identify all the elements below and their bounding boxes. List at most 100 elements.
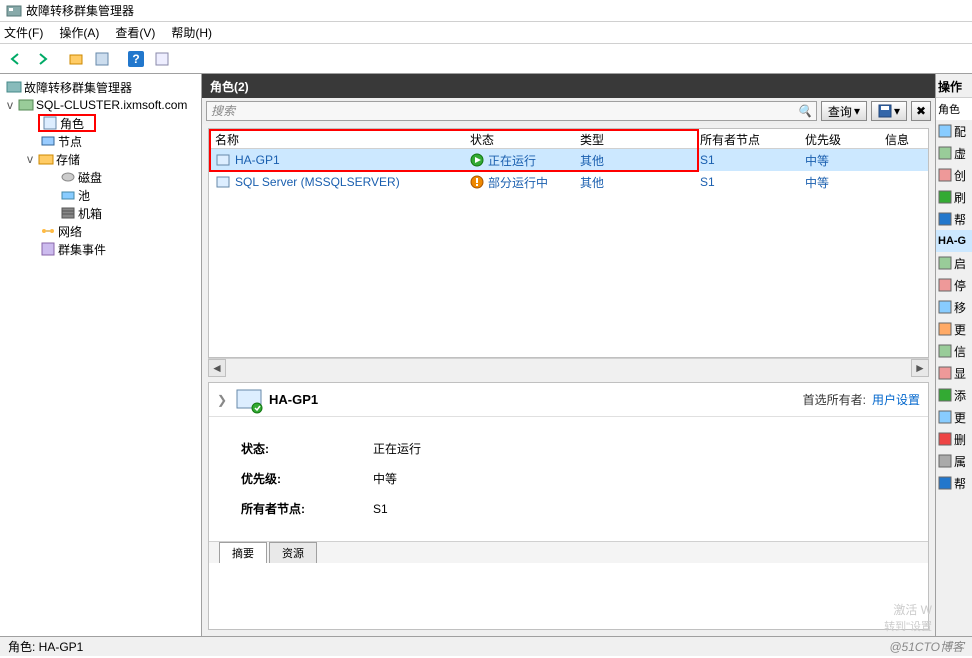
action-icon bbox=[938, 278, 952, 292]
tree-pools[interactable]: 池 bbox=[4, 186, 201, 204]
action-item[interactable]: 帮 bbox=[936, 208, 972, 230]
cluster-manager-icon bbox=[6, 79, 22, 95]
action-icon bbox=[938, 146, 952, 160]
search-input[interactable]: 搜索 🔍 bbox=[206, 101, 817, 121]
tree-storage[interactable]: v 存储 bbox=[4, 150, 201, 168]
blog-watermark: @51CTO博客 bbox=[889, 638, 964, 655]
roles-list: 名称 状态 类型 所有者节点 优先级 信息 HA-GP1正在运行其他S1中等SQ… bbox=[208, 128, 929, 358]
action-icon bbox=[938, 388, 952, 402]
query-button[interactable]: 查询▾ bbox=[821, 101, 867, 121]
expander-icon[interactable]: v bbox=[24, 152, 36, 166]
col-priority[interactable]: 优先级 bbox=[799, 129, 879, 148]
status-value: 正在运行 bbox=[373, 435, 421, 463]
pool-icon bbox=[60, 187, 76, 203]
role-icon bbox=[215, 174, 231, 190]
priority-label: 优先级: bbox=[241, 465, 371, 493]
action-item[interactable]: 虚 bbox=[936, 142, 972, 164]
expander-icon[interactable]: v bbox=[4, 98, 16, 112]
window-title: 故障转移群集管理器 bbox=[26, 2, 134, 19]
details-title: HA-GP1 bbox=[269, 392, 318, 407]
action-item[interactable]: 显 bbox=[936, 362, 972, 384]
tab-resources[interactable]: 资源 bbox=[269, 542, 317, 563]
search-row: 搜索 🔍 查询▾ ▾ ✖ bbox=[202, 98, 935, 124]
col-name[interactable]: 名称 bbox=[209, 129, 464, 148]
role-icon bbox=[215, 152, 231, 168]
action-item[interactable]: 信 bbox=[936, 340, 972, 362]
chevron-down-icon: ▾ bbox=[894, 104, 900, 118]
action-item[interactable]: 删 bbox=[936, 428, 972, 450]
menu-help[interactable]: 帮助(H) bbox=[171, 24, 212, 41]
action-icon bbox=[938, 168, 952, 182]
search-icon: 🔍 bbox=[797, 104, 812, 118]
action-item[interactable]: 创 bbox=[936, 164, 972, 186]
action-item[interactable]: 添 bbox=[936, 384, 972, 406]
events-icon bbox=[40, 241, 56, 257]
nav-back-button[interactable] bbox=[4, 47, 28, 71]
action-icon bbox=[938, 476, 952, 490]
menu-bar: 文件(F) 操作(A) 查看(V) 帮助(H) bbox=[0, 22, 972, 44]
network-icon bbox=[40, 223, 56, 239]
action-icon bbox=[938, 344, 952, 358]
tab-summary[interactable]: 摘要 bbox=[219, 542, 267, 563]
center-pane: 角色(2) 搜索 🔍 查询▾ ▾ ✖ 名称 状态 类型 所有者节点 优先级 信息… bbox=[202, 74, 936, 636]
toolbar-help-button[interactable]: ? bbox=[124, 47, 148, 71]
actions-group-roles: 角色 bbox=[936, 98, 972, 120]
col-owner[interactable]: 所有者节点 bbox=[694, 129, 799, 148]
table-row[interactable]: SQL Server (MSSQLSERVER)部分运行中其他S1中等 bbox=[209, 171, 928, 193]
col-type[interactable]: 类型 bbox=[574, 129, 694, 148]
menu-file[interactable]: 文件(F) bbox=[4, 24, 43, 41]
menu-action[interactable]: 操作(A) bbox=[59, 24, 99, 41]
h-scrollbar[interactable]: ◄ ► bbox=[208, 358, 929, 376]
tree-chassis[interactable]: 机箱 bbox=[4, 204, 201, 222]
tree-events[interactable]: 群集事件 bbox=[4, 240, 201, 258]
action-item[interactable]: 启 bbox=[936, 252, 972, 274]
toolbar-btn-2[interactable] bbox=[90, 47, 114, 71]
action-item[interactable]: 属 bbox=[936, 450, 972, 472]
status-icon bbox=[470, 153, 484, 167]
details-body: 状态:正在运行 优先级:中等 所有者节点:S1 bbox=[209, 417, 928, 541]
action-item[interactable]: 更 bbox=[936, 406, 972, 428]
tree-networks[interactable]: 网络 bbox=[4, 222, 201, 240]
tree-nodes[interactable]: 节点 bbox=[4, 132, 201, 150]
disk-icon bbox=[60, 169, 76, 185]
scroll-right-icon[interactable]: ► bbox=[911, 359, 929, 377]
app-icon bbox=[6, 3, 22, 19]
nav-forward-button[interactable] bbox=[30, 47, 54, 71]
action-item[interactable]: 帮 bbox=[936, 472, 972, 494]
details-pane: ❯ HA-GP1 首选所有者: 用户设置 状态:正在运行 优先级:中等 所有者节… bbox=[208, 382, 929, 630]
role-large-icon bbox=[235, 386, 263, 414]
action-icon bbox=[938, 212, 952, 226]
roles-icon bbox=[42, 115, 58, 131]
clear-button[interactable]: ✖ bbox=[911, 101, 931, 121]
chassis-icon bbox=[60, 205, 76, 221]
col-status[interactable]: 状态 bbox=[464, 129, 574, 148]
save-icon bbox=[878, 104, 892, 118]
action-icon bbox=[938, 322, 952, 336]
status-text: 角色: HA-GP1 bbox=[8, 638, 83, 655]
nodes-icon bbox=[40, 133, 56, 149]
action-item[interactable]: 配 bbox=[936, 120, 972, 142]
owner-label: 所有者节点: bbox=[241, 495, 371, 523]
actions-selected-header: HA-G bbox=[936, 230, 972, 252]
pref-owner-link[interactable]: 用户设置 bbox=[872, 391, 920, 408]
toolbar-btn-1[interactable] bbox=[64, 47, 88, 71]
action-item[interactable]: 移 bbox=[936, 296, 972, 318]
tree-roles[interactable]: 角色 bbox=[38, 114, 96, 132]
details-tabs: 摘要 资源 bbox=[209, 541, 928, 563]
toolbar-btn-3[interactable] bbox=[150, 47, 174, 71]
main-area: 故障转移群集管理器 v SQL-CLUSTER.ixmsoft.com 角色 节… bbox=[0, 74, 972, 636]
table-row[interactable]: HA-GP1正在运行其他S1中等 bbox=[209, 149, 928, 171]
tree-disks[interactable]: 磁盘 bbox=[4, 168, 201, 186]
col-info[interactable]: 信息 bbox=[879, 129, 928, 148]
save-button[interactable]: ▾ bbox=[871, 101, 907, 121]
action-item[interactable]: 停 bbox=[936, 274, 972, 296]
scroll-left-icon[interactable]: ◄ bbox=[208, 359, 226, 377]
collapse-icon[interactable]: ❯ bbox=[217, 393, 235, 407]
action-item[interactable]: 刷 bbox=[936, 186, 972, 208]
tree-cluster[interactable]: v SQL-CLUSTER.ixmsoft.com bbox=[4, 96, 201, 114]
action-item[interactable]: 更 bbox=[936, 318, 972, 340]
svg-text:?: ? bbox=[132, 52, 139, 66]
column-headers: 名称 状态 类型 所有者节点 优先级 信息 bbox=[209, 129, 928, 149]
tree-root[interactable]: 故障转移群集管理器 bbox=[4, 78, 201, 96]
menu-view[interactable]: 查看(V) bbox=[115, 24, 155, 41]
